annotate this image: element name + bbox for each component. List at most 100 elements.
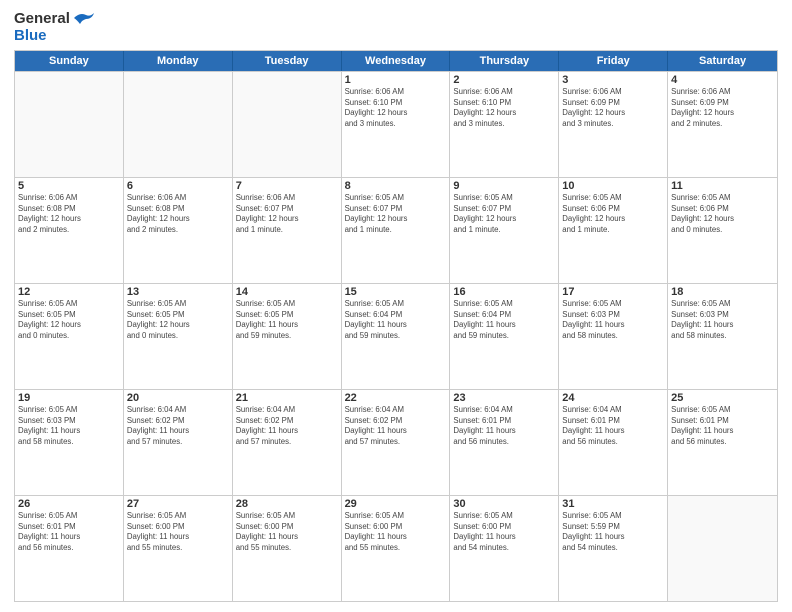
calendar-cell: 10Sunrise: 6:05 AM Sunset: 6:06 PM Dayli…: [559, 178, 668, 283]
cell-info: Sunrise: 6:05 AM Sunset: 6:00 PM Dayligh…: [345, 511, 447, 553]
calendar-cell: 21Sunrise: 6:04 AM Sunset: 6:02 PM Dayli…: [233, 390, 342, 495]
cell-info: Sunrise: 6:05 AM Sunset: 6:03 PM Dayligh…: [18, 405, 120, 447]
cell-info: Sunrise: 6:06 AM Sunset: 6:08 PM Dayligh…: [18, 193, 120, 235]
calendar-cell: 17Sunrise: 6:05 AM Sunset: 6:03 PM Dayli…: [559, 284, 668, 389]
cell-info: Sunrise: 6:06 AM Sunset: 6:09 PM Dayligh…: [671, 87, 774, 129]
cell-info: Sunrise: 6:05 AM Sunset: 6:05 PM Dayligh…: [18, 299, 120, 341]
calendar-cell: 29Sunrise: 6:05 AM Sunset: 6:00 PM Dayli…: [342, 496, 451, 601]
day-header-wednesday: Wednesday: [342, 51, 451, 71]
cell-day-number: 29: [345, 498, 447, 510]
calendar-cell: 25Sunrise: 6:05 AM Sunset: 6:01 PM Dayli…: [668, 390, 777, 495]
cell-day-number: 5: [18, 180, 120, 192]
cell-info: Sunrise: 6:05 AM Sunset: 6:07 PM Dayligh…: [345, 193, 447, 235]
calendar-cell: 19Sunrise: 6:05 AM Sunset: 6:03 PM Dayli…: [15, 390, 124, 495]
cell-day-number: 12: [18, 286, 120, 298]
calendar-cell: 30Sunrise: 6:05 AM Sunset: 6:00 PM Dayli…: [450, 496, 559, 601]
day-header-sunday: Sunday: [15, 51, 124, 71]
cell-info: Sunrise: 6:06 AM Sunset: 6:07 PM Dayligh…: [236, 193, 338, 235]
calendar-cell: 12Sunrise: 6:05 AM Sunset: 6:05 PM Dayli…: [15, 284, 124, 389]
cell-day-number: 26: [18, 498, 120, 510]
cell-day-number: 25: [671, 392, 774, 404]
calendar-cell: 22Sunrise: 6:04 AM Sunset: 6:02 PM Dayli…: [342, 390, 451, 495]
calendar-cell: 3Sunrise: 6:06 AM Sunset: 6:09 PM Daylig…: [559, 72, 668, 177]
calendar-cell: 26Sunrise: 6:05 AM Sunset: 6:01 PM Dayli…: [15, 496, 124, 601]
calendar-cell: 20Sunrise: 6:04 AM Sunset: 6:02 PM Dayli…: [124, 390, 233, 495]
cell-info: Sunrise: 6:04 AM Sunset: 6:01 PM Dayligh…: [453, 405, 555, 447]
cell-day-number: 14: [236, 286, 338, 298]
cell-day-number: 18: [671, 286, 774, 298]
calendar-cell: 6Sunrise: 6:06 AM Sunset: 6:08 PM Daylig…: [124, 178, 233, 283]
cell-day-number: 9: [453, 180, 555, 192]
cell-day-number: 16: [453, 286, 555, 298]
cell-info: Sunrise: 6:05 AM Sunset: 5:59 PM Dayligh…: [562, 511, 664, 553]
cell-info: Sunrise: 6:05 AM Sunset: 6:00 PM Dayligh…: [127, 511, 229, 553]
cell-day-number: 8: [345, 180, 447, 192]
cell-info: Sunrise: 6:06 AM Sunset: 6:09 PM Dayligh…: [562, 87, 664, 129]
cell-info: Sunrise: 6:05 AM Sunset: 6:07 PM Dayligh…: [453, 193, 555, 235]
cell-day-number: 17: [562, 286, 664, 298]
calendar-week-5: 26Sunrise: 6:05 AM Sunset: 6:01 PM Dayli…: [15, 495, 777, 601]
cell-day-number: 11: [671, 180, 774, 192]
calendar-cell: [668, 496, 777, 601]
cell-day-number: 2: [453, 74, 555, 86]
cell-info: Sunrise: 6:05 AM Sunset: 6:06 PM Dayligh…: [562, 193, 664, 235]
cell-info: Sunrise: 6:05 AM Sunset: 6:01 PM Dayligh…: [671, 405, 774, 447]
calendar: SundayMondayTuesdayWednesdayThursdayFrid…: [14, 50, 778, 602]
calendar-week-3: 12Sunrise: 6:05 AM Sunset: 6:05 PM Dayli…: [15, 283, 777, 389]
cell-info: Sunrise: 6:05 AM Sunset: 6:05 PM Dayligh…: [236, 299, 338, 341]
calendar-cell: 9Sunrise: 6:05 AM Sunset: 6:07 PM Daylig…: [450, 178, 559, 283]
cell-day-number: 6: [127, 180, 229, 192]
cell-info: Sunrise: 6:04 AM Sunset: 6:02 PM Dayligh…: [345, 405, 447, 447]
cell-day-number: 7: [236, 180, 338, 192]
calendar-cell: 13Sunrise: 6:05 AM Sunset: 6:05 PM Dayli…: [124, 284, 233, 389]
calendar-cell: 23Sunrise: 6:04 AM Sunset: 6:01 PM Dayli…: [450, 390, 559, 495]
calendar-header: SundayMondayTuesdayWednesdayThursdayFrid…: [15, 51, 777, 71]
cell-day-number: 3: [562, 74, 664, 86]
calendar-cell: [124, 72, 233, 177]
logo-general: General: [14, 10, 70, 27]
cell-day-number: 22: [345, 392, 447, 404]
day-header-monday: Monday: [124, 51, 233, 71]
calendar-cell: 7Sunrise: 6:06 AM Sunset: 6:07 PM Daylig…: [233, 178, 342, 283]
cell-day-number: 13: [127, 286, 229, 298]
calendar-cell: 4Sunrise: 6:06 AM Sunset: 6:09 PM Daylig…: [668, 72, 777, 177]
calendar-cell: 24Sunrise: 6:04 AM Sunset: 6:01 PM Dayli…: [559, 390, 668, 495]
calendar-cell: 28Sunrise: 6:05 AM Sunset: 6:00 PM Dayli…: [233, 496, 342, 601]
logo-block: General Blue: [14, 10, 94, 44]
cell-day-number: 19: [18, 392, 120, 404]
calendar-cell: 1Sunrise: 6:06 AM Sunset: 6:10 PM Daylig…: [342, 72, 451, 177]
page: General Blue SundayMondayTuesdayWednesda…: [0, 0, 792, 612]
day-header-thursday: Thursday: [450, 51, 559, 71]
cell-day-number: 27: [127, 498, 229, 510]
calendar-cell: 8Sunrise: 6:05 AM Sunset: 6:07 PM Daylig…: [342, 178, 451, 283]
cell-info: Sunrise: 6:05 AM Sunset: 6:00 PM Dayligh…: [453, 511, 555, 553]
calendar-cell: 18Sunrise: 6:05 AM Sunset: 6:03 PM Dayli…: [668, 284, 777, 389]
day-header-tuesday: Tuesday: [233, 51, 342, 71]
cell-info: Sunrise: 6:05 AM Sunset: 6:01 PM Dayligh…: [18, 511, 120, 553]
calendar-body: 1Sunrise: 6:06 AM Sunset: 6:10 PM Daylig…: [15, 71, 777, 601]
cell-info: Sunrise: 6:05 AM Sunset: 6:00 PM Dayligh…: [236, 511, 338, 553]
calendar-cell: [15, 72, 124, 177]
calendar-week-1: 1Sunrise: 6:06 AM Sunset: 6:10 PM Daylig…: [15, 71, 777, 177]
cell-day-number: 23: [453, 392, 555, 404]
cell-day-number: 28: [236, 498, 338, 510]
cell-info: Sunrise: 6:04 AM Sunset: 6:02 PM Dayligh…: [127, 405, 229, 447]
cell-day-number: 31: [562, 498, 664, 510]
cell-day-number: 21: [236, 392, 338, 404]
cell-info: Sunrise: 6:05 AM Sunset: 6:03 PM Dayligh…: [671, 299, 774, 341]
calendar-cell: 5Sunrise: 6:06 AM Sunset: 6:08 PM Daylig…: [15, 178, 124, 283]
cell-day-number: 10: [562, 180, 664, 192]
cell-info: Sunrise: 6:05 AM Sunset: 6:04 PM Dayligh…: [453, 299, 555, 341]
calendar-cell: 11Sunrise: 6:05 AM Sunset: 6:06 PM Dayli…: [668, 178, 777, 283]
cell-day-number: 24: [562, 392, 664, 404]
cell-info: Sunrise: 6:06 AM Sunset: 6:10 PM Dayligh…: [453, 87, 555, 129]
day-header-saturday: Saturday: [668, 51, 777, 71]
cell-day-number: 15: [345, 286, 447, 298]
calendar-cell: [233, 72, 342, 177]
header: General Blue: [14, 10, 778, 44]
calendar-cell: 16Sunrise: 6:05 AM Sunset: 6:04 PM Dayli…: [450, 284, 559, 389]
cell-info: Sunrise: 6:06 AM Sunset: 6:08 PM Dayligh…: [127, 193, 229, 235]
calendar-cell: 31Sunrise: 6:05 AM Sunset: 5:59 PM Dayli…: [559, 496, 668, 601]
calendar-cell: 2Sunrise: 6:06 AM Sunset: 6:10 PM Daylig…: [450, 72, 559, 177]
calendar-cell: 15Sunrise: 6:05 AM Sunset: 6:04 PM Dayli…: [342, 284, 451, 389]
